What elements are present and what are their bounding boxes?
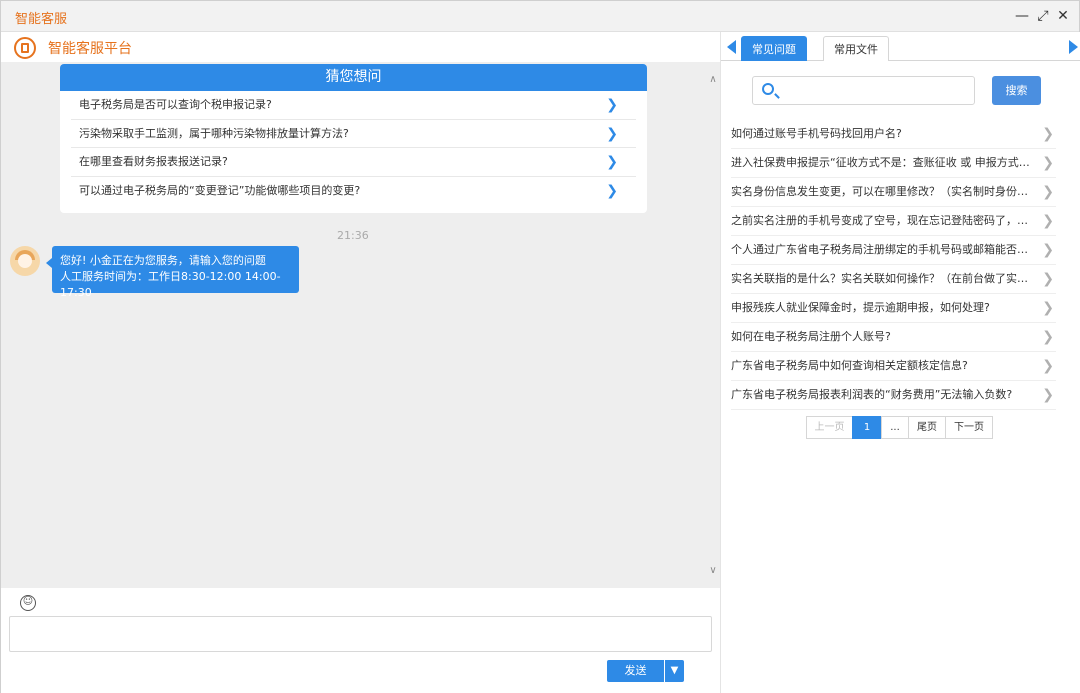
chevron-right-icon: ❯ xyxy=(1042,184,1054,200)
send-button[interactable]: 发送 xyxy=(607,660,664,682)
faq-item[interactable]: 实名关联指的是什么？实名关联如何操作？（在前台做了实名... ❯ xyxy=(731,265,1056,294)
faq-search-input[interactable] xyxy=(752,76,975,105)
agent-avatar xyxy=(10,246,40,276)
pagination: 上一页 1 ... 尾页 下一页 xyxy=(806,416,993,439)
prev-page-button[interactable]: 上一页 xyxy=(806,416,853,439)
emoji-icon[interactable]: ☺ xyxy=(20,595,36,611)
guess-item-label: 可以通过电子税务局的“变更登记”功能做哪些项目的变更? xyxy=(79,183,361,197)
guess-item[interactable]: 电子税务局是否可以查询个税申报记录? ❯ xyxy=(71,91,636,120)
composer: ☺ 发送 ▼ xyxy=(1,588,720,693)
chevron-right-icon: ❯ xyxy=(1042,300,1054,316)
next-page-button[interactable]: 下一页 xyxy=(945,416,993,439)
faq-item-label: 进入社保费申报提示“征收方式不是：查账征收 或 申报方式不... xyxy=(731,156,1032,169)
faq-item-label: 之前实名注册的手机号变成了空号，现在忘记登陆密码了，要... xyxy=(731,214,1032,227)
right-panel: 常见问题 常用文件 搜索 如何通过账号手机号码找回用户名? ❯ 进入社保费申报提示… xyxy=(720,32,1080,693)
faq-list: 如何通过账号手机号码找回用户名? ❯ 进入社保费申报提示“征收方式不是：查账征收 … xyxy=(731,120,1056,410)
faq-item-label: 个人通过广东省电子税务局注册绑定的手机号码或邮箱能否更... xyxy=(731,243,1032,256)
agent-message-bubble: 您好! 小金正在为您服务，请输入您的问题 人工服务时间为：工作日8:30-12:… xyxy=(46,246,299,299)
guess-item[interactable]: 在哪里查看财务报表报送记录? ❯ xyxy=(71,148,636,177)
minimize-icon[interactable]: — xyxy=(1014,7,1030,25)
chevron-right-icon: ❯ xyxy=(1042,358,1054,374)
faq-item-label: 申报残疾人就业保障金时，提示逾期申报，如何处理? xyxy=(731,301,990,314)
search-icon xyxy=(762,83,774,95)
faq-item-label: 广东省电子税务局报表利润表的“财务费用”无法输入负数? xyxy=(731,388,1013,401)
faq-item[interactable]: 如何通过账号手机号码找回用户名? ❯ xyxy=(731,120,1056,149)
chevron-right-icon: ❯ xyxy=(1042,387,1054,403)
chevron-right-icon: ❯ xyxy=(606,97,618,113)
page-ellipsis: ... xyxy=(881,416,909,439)
chevron-right-icon: ❯ xyxy=(1042,242,1054,258)
last-page-button[interactable]: 尾页 xyxy=(908,416,946,439)
chevron-right-icon: ❯ xyxy=(606,125,618,142)
message-timestamp: 21:36 xyxy=(337,229,369,242)
chevron-right-icon: ❯ xyxy=(1042,155,1054,171)
maximize-icon[interactable]: ⤢ xyxy=(1035,7,1051,25)
page-1-button[interactable]: 1 xyxy=(852,416,882,439)
brand-logo-icon xyxy=(14,37,36,59)
faq-item-label: 如何在电子税务局注册个人账号? xyxy=(731,330,891,343)
guess-item-label: 污染物采取手工监测，属于哪种污染物排放量计算方法? xyxy=(79,126,349,140)
tab-bar: 常见问题 常用文件 xyxy=(721,32,1080,61)
chevron-right-icon: ❯ xyxy=(1042,126,1054,142)
guess-item[interactable]: 污染物采取手工监测，属于哪种污染物排放量计算方法? ❯ xyxy=(71,120,636,148)
guess-item-label: 在哪里查看财务报表报送记录? xyxy=(79,155,228,168)
tab-scroll-left-icon[interactable] xyxy=(727,40,736,54)
chat-scrollbar[interactable]: ∧ ∨ xyxy=(706,62,720,588)
scroll-down-icon[interactable]: ∨ xyxy=(708,566,718,576)
faq-item[interactable]: 个人通过广东省电子税务局注册绑定的手机号码或邮箱能否更... ❯ xyxy=(731,236,1056,265)
faq-item-label: 广东省电子税务局中如何查询相关定额核定信息? xyxy=(731,359,968,372)
app-window: 智能客服 — ⤢ ✕ 智能客服平台 猜您想问 电子税务局是否可以查询个税申报记录… xyxy=(0,0,1080,693)
chevron-right-icon: ❯ xyxy=(1042,271,1054,287)
send-options-dropdown-icon[interactable]: ▼ xyxy=(665,660,684,682)
chevron-right-icon: ❯ xyxy=(1042,213,1054,229)
chat-history[interactable]: 猜您想问 电子税务局是否可以查询个税申报记录? ❯ 污染物采取手工监测，属于哪种… xyxy=(1,62,720,588)
faq-item[interactable]: 如何在电子税务局注册个人账号? ❯ xyxy=(731,323,1056,352)
tab-scroll-right-icon[interactable] xyxy=(1069,40,1078,54)
guess-item[interactable]: 可以通过电子税务局的“变更登记”功能做哪些项目的变更? ❯ xyxy=(71,177,636,206)
faq-item[interactable]: 申报残疾人就业保障金时，提示逾期申报，如何处理? ❯ xyxy=(731,294,1056,323)
faq-item[interactable]: 广东省电子税务局报表利润表的“财务费用”无法输入负数? ❯ xyxy=(731,381,1056,410)
chevron-right-icon: ❯ xyxy=(606,182,618,199)
tab-files[interactable]: 常用文件 xyxy=(823,36,889,61)
chat-panel: 智能客服平台 猜您想问 电子税务局是否可以查询个税申报记录? ❯ 污染物采取手工… xyxy=(1,32,720,693)
chevron-right-icon: ❯ xyxy=(606,154,618,170)
faq-item-label: 实名关联指的是什么？实名关联如何操作？（在前台做了实名... xyxy=(731,272,1032,285)
faq-item[interactable]: 实名身份信息发生变更，可以在哪里修改？（实名制时身份证... ❯ xyxy=(731,178,1056,207)
close-icon[interactable]: ✕ xyxy=(1055,7,1071,25)
guess-card: 猜您想问 电子税务局是否可以查询个税申报记录? ❯ 污染物采取手工监测，属于哪种… xyxy=(60,64,647,213)
guess-item-label: 电子税务局是否可以查询个税申报记录? xyxy=(79,98,272,111)
greeting-line: 您好! 小金正在为您服务，请输入您的问题 xyxy=(60,254,266,267)
chevron-right-icon: ❯ xyxy=(1042,329,1054,345)
faq-item[interactable]: 进入社保费申报提示“征收方式不是：查账征收 或 申报方式不... ❯ xyxy=(731,149,1056,178)
message-input[interactable] xyxy=(9,616,712,652)
scroll-up-icon[interactable]: ∧ xyxy=(708,75,718,85)
avatar-face xyxy=(18,254,32,268)
search-button[interactable]: 搜索 xyxy=(992,76,1041,105)
faq-item[interactable]: 之前实名注册的手机号变成了空号，现在忘记登陆密码了，要... ❯ xyxy=(731,207,1056,236)
faq-item-label: 如何通过账号手机号码找回用户名? xyxy=(731,127,902,140)
brand-bar: 智能客服平台 xyxy=(1,32,720,62)
faq-item-label: 实名身份信息发生变更，可以在哪里修改？（实名制时身份证... xyxy=(731,185,1032,198)
title-bar: 智能客服 — ⤢ ✕ xyxy=(1,1,1079,32)
guess-card-title: 猜您想问 xyxy=(60,64,647,91)
faq-item[interactable]: 广东省电子税务局中如何查询相关定额核定信息? ❯ xyxy=(731,352,1056,381)
service-hours-line: 人工服务时间为：工作日8:30-12:00 14:00-17:30 xyxy=(60,270,281,299)
window-title: 智能客服 xyxy=(15,12,68,27)
tab-faq[interactable]: 常见问题 xyxy=(741,36,807,61)
brand-name: 智能客服平台 xyxy=(48,41,132,57)
